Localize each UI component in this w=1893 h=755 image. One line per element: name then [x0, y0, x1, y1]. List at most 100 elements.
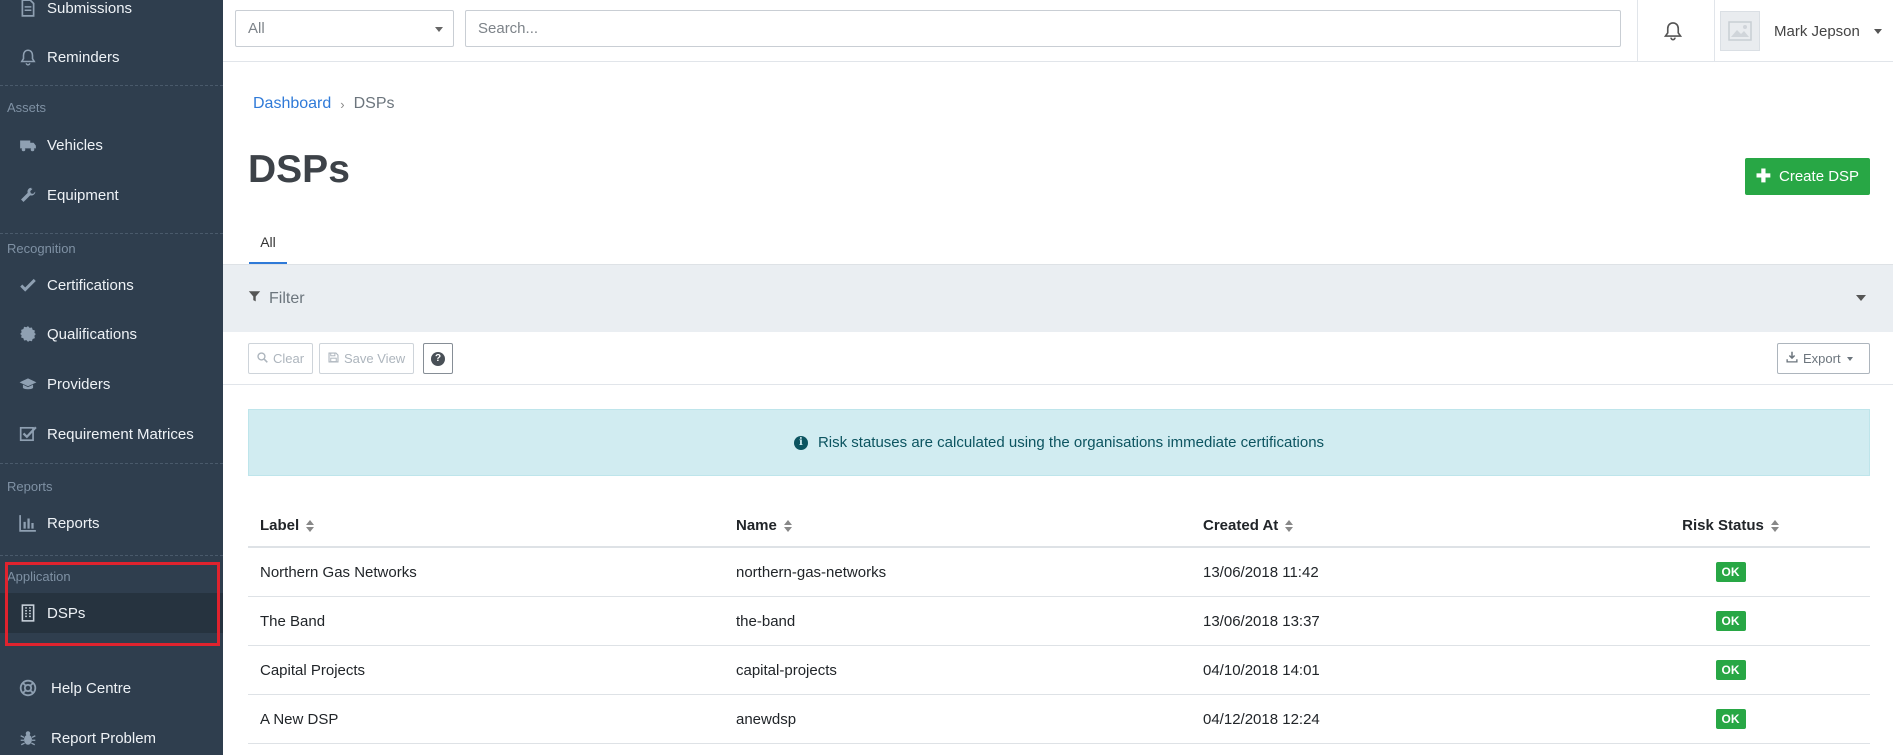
document-icon — [17, 0, 39, 19]
chevron-down-icon — [435, 27, 443, 32]
notifications-bell-icon[interactable] — [1656, 14, 1690, 48]
sidebar-item-certifications[interactable]: Certifications — [0, 265, 223, 305]
sidebar-item-providers[interactable]: Providers — [0, 364, 223, 404]
sidebar-divider — [0, 233, 223, 234]
sidebar-divider — [0, 85, 223, 86]
cell-created-at: 04/12/2018 12:24 — [1203, 710, 1320, 728]
export-label: Export — [1803, 351, 1841, 366]
sidebar-item-reminders[interactable]: Reminders — [0, 37, 223, 77]
cell-label: Capital Projects — [260, 661, 366, 679]
save-view-label: Save View — [344, 351, 406, 366]
sidebar-item-report-problem[interactable]: Report Problem — [0, 718, 223, 755]
export-button[interactable]: Export — [1777, 343, 1870, 374]
building-icon — [17, 602, 39, 624]
user-name: Mark Jepson — [1774, 22, 1860, 40]
truck-icon — [17, 134, 39, 156]
clear-label: Clear — [273, 351, 305, 366]
sidebar-item-qualifications[interactable]: Qualifications — [0, 314, 223, 354]
sidebar-item-label: Vehicles — [47, 136, 103, 154]
bug-icon — [17, 727, 39, 749]
toolbar-divider — [223, 384, 1893, 385]
create-dsp-button[interactable]: ✚ Create DSP — [1745, 158, 1870, 195]
user-menu[interactable]: Mark Jepson — [1714, 0, 1893, 62]
table-row[interactable]: The Band the-band 13/06/2018 13:37 OK — [248, 597, 1870, 646]
column-header-created-at[interactable]: Created At — [1203, 517, 1603, 534]
cell-label: Northern Gas Networks — [260, 563, 417, 581]
sort-icon — [1770, 519, 1779, 532]
sidebar-item-label: Reports — [47, 514, 100, 532]
avatar — [1720, 11, 1760, 51]
breadcrumb: Dashboard › DSPs — [253, 95, 395, 113]
column-header-name[interactable]: Name — [736, 517, 1203, 534]
lifebuoy-icon — [17, 677, 39, 699]
table-row[interactable]: Northern Gas Networks northern-gas-netwo… — [248, 548, 1870, 597]
dsps-table: Label Name Created At Risk Status Northe… — [248, 505, 1870, 744]
search-input[interactable] — [465, 10, 1621, 47]
column-header-risk-status[interactable]: Risk Status — [1603, 517, 1858, 534]
status-badge: OK — [1715, 709, 1746, 729]
cell-name: the-band — [736, 612, 796, 630]
sidebar-section-recognition: Recognition — [7, 241, 76, 256]
sidebar-divider — [0, 463, 223, 464]
alert-message: Risk statuses are calculated using the o… — [817, 434, 1325, 451]
sidebar-item-label: Help Centre — [51, 679, 132, 697]
status-badge: OK — [1715, 660, 1746, 680]
caret-down-icon — [1846, 356, 1853, 361]
column-header-text: Risk Status — [1682, 517, 1764, 534]
table-row[interactable]: Capital Projects capital-projects 04/10/… — [248, 646, 1870, 695]
bar-chart-icon — [17, 512, 39, 534]
sidebar-item-help-centre[interactable]: Help Centre — [0, 668, 223, 708]
check-icon — [17, 274, 39, 296]
clear-button[interactable]: Clear — [248, 343, 314, 374]
sidebar-item-requirement-matrices[interactable]: Requirement Matrices — [0, 414, 223, 454]
cell-risk-status: OK — [1603, 562, 1858, 582]
breadcrumb-current: DSPs — [353, 95, 395, 112]
sidebar-item-equipment[interactable]: Equipment — [0, 175, 223, 215]
save-view-button[interactable]: Save View — [319, 343, 415, 374]
topbar: All Mark Jepson — [223, 0, 1893, 62]
sidebar-item-label: Providers — [47, 375, 111, 393]
help-button[interactable]: ? — [423, 343, 453, 374]
checkbox-icon — [17, 423, 39, 445]
question-circle-icon: ? — [431, 351, 445, 366]
status-badge: OK — [1715, 611, 1746, 631]
filter-label: Filter — [269, 289, 305, 307]
bell-icon — [17, 46, 39, 68]
filter-icon — [248, 290, 261, 308]
cell-label: The Band — [260, 612, 326, 630]
filter-panel-toggle[interactable]: Filter — [223, 265, 1893, 332]
cell-risk-status: OK — [1603, 709, 1858, 729]
topbar-divider — [1637, 0, 1638, 62]
info-circle-icon: i — [793, 435, 808, 450]
create-dsp-label: Create DSP — [1779, 168, 1860, 185]
breadcrumb-dashboard-link[interactable]: Dashboard — [253, 95, 331, 113]
sidebar-item-submissions[interactable]: Submissions — [0, 0, 223, 28]
risk-status-info-alert: i Risk statuses are calculated using the… — [248, 409, 1870, 476]
table-row[interactable]: A New DSP anewdsp 04/12/2018 12:24 OK — [248, 695, 1870, 744]
chevron-down-icon — [1873, 28, 1882, 34]
sidebar: Submissions Reminders Assets Vehicles Eq… — [0, 0, 223, 755]
sidebar-item-label: Requirement Matrices — [47, 425, 194, 443]
gear-badge-icon — [17, 323, 39, 345]
cell-created-at: 04/10/2018 14:01 — [1203, 661, 1320, 679]
download-icon — [1786, 351, 1798, 366]
sidebar-section-assets: Assets — [7, 100, 47, 115]
cell-label: A New DSP — [260, 710, 339, 728]
sidebar-item-reports[interactable]: Reports — [0, 503, 223, 543]
sidebar-divider — [0, 555, 223, 556]
sidebar-item-label: Certifications — [47, 276, 134, 294]
sidebar-section-reports: Reports — [7, 479, 53, 494]
cell-name: northern-gas-networks — [736, 563, 887, 581]
cell-created-at: 13/06/2018 13:37 — [1203, 612, 1320, 630]
scope-select-value: All — [248, 20, 265, 37]
sidebar-item-label: Equipment — [47, 186, 119, 204]
column-header-label[interactable]: Label — [260, 517, 736, 534]
sidebar-item-vehicles[interactable]: Vehicles — [0, 125, 223, 165]
sidebar-item-label: DSPs — [47, 604, 86, 622]
scope-select[interactable]: All — [235, 10, 454, 47]
table-header: Label Name Created At Risk Status — [248, 505, 1870, 548]
tab-all[interactable]: All — [249, 225, 287, 265]
column-header-text: Label — [260, 517, 300, 534]
sidebar-item-label: Submissions — [47, 0, 133, 17]
sidebar-item-dsps[interactable]: DSPs — [0, 593, 223, 633]
